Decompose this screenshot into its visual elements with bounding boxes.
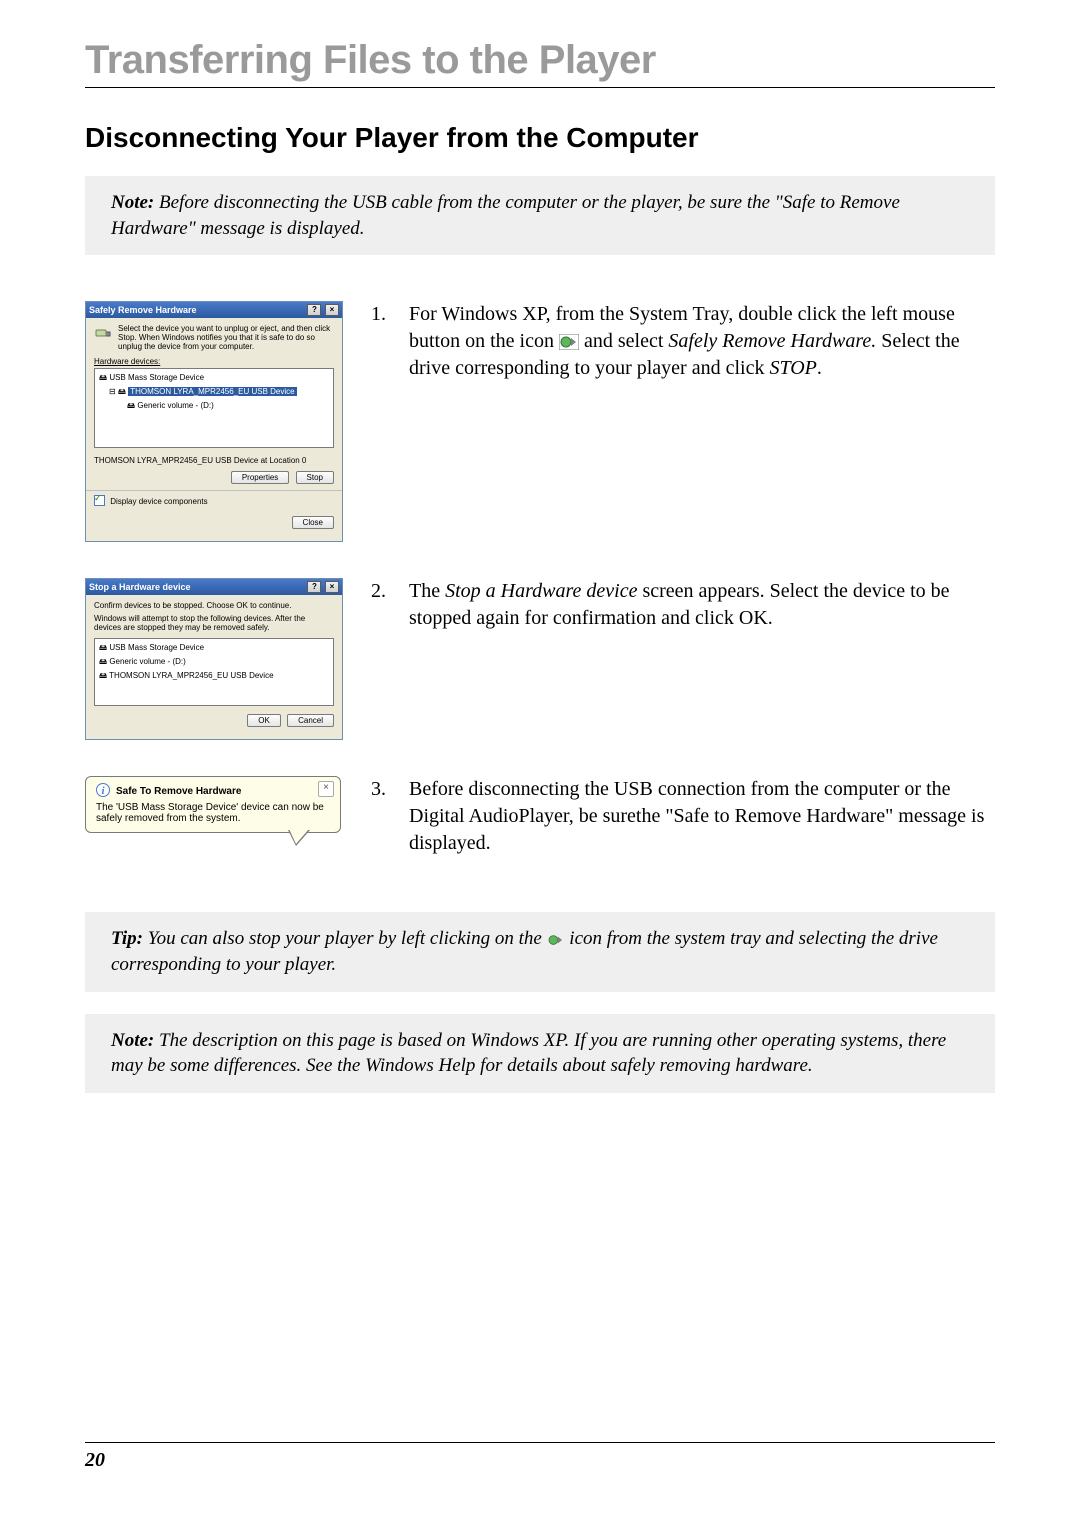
step1-screenshot: Safely Remove Hardware ? × Select the de… (85, 301, 343, 542)
tip-label: Tip: (111, 928, 143, 949)
note2-body: The description on this page is based on… (111, 1030, 946, 1077)
dialog1-checkbox-row: Display device components (94, 495, 334, 506)
step1-number: 1. (371, 301, 391, 382)
dialog2-line2: Windows will attempt to stop the followi… (94, 614, 334, 632)
safely-remove-hardware-dialog: Safely Remove Hardware ? × Select the de… (85, 301, 343, 542)
note2-box: Note: The description on this page is ba… (85, 1014, 995, 1093)
step-1: Safely Remove Hardware ? × Select the de… (85, 301, 995, 542)
note2-label: Note: (111, 1030, 154, 1051)
footer-rule (85, 1442, 995, 1443)
page-footer: 20 (85, 1442, 995, 1472)
dialog1-titlebar: Safely Remove Hardware ? × (86, 302, 342, 318)
title-rule (85, 87, 995, 88)
dialog1-info-text: Select the device you want to unplug or … (118, 324, 334, 351)
step2-text: 2. The Stop a Hardware device screen app… (371, 578, 995, 632)
step3-body: Before disconnecting the USB connection … (409, 776, 995, 857)
chapter-title: Transferring Files to the Player (85, 38, 995, 83)
dialog1-separator (86, 490, 342, 491)
dialog1-body: Select the device you want to unplug or … (86, 318, 342, 541)
dialog2-close-button[interactable]: × (325, 581, 339, 593)
tip-body-a: You can also stop your player by left cl… (148, 928, 547, 949)
balloon-header: i Safe To Remove Hardware (96, 783, 330, 800)
stop-hardware-device-dialog: Stop a Hardware device ? × Confirm devic… (85, 578, 343, 740)
balloon-tail (288, 830, 310, 846)
step3-text: 3. Before disconnecting the USB connecti… (371, 776, 995, 857)
device-item[interactable]: 🖴 THOMSON LYRA_MPR2456_EU USB Device (99, 670, 329, 684)
device-item[interactable]: 🖴 USB Mass Storage Device (99, 642, 329, 656)
dialog2-device-list[interactable]: 🖴 USB Mass Storage Device 🖴 Generic volu… (94, 638, 334, 706)
page-number: 20 (85, 1449, 995, 1472)
intro-note-body: Before disconnecting the USB cable from … (111, 192, 900, 239)
dialog2-help-button[interactable]: ? (307, 581, 321, 593)
step3-screenshot: × i Safe To Remove Hardware The 'USB Mas… (85, 776, 343, 866)
dialog1-titlebar-buttons: ? × (306, 304, 339, 316)
tray-eject-icon (559, 330, 584, 352)
dialog1-help-button[interactable]: ? (307, 304, 321, 316)
tray-eject-icon (547, 928, 570, 949)
step2-screenshot: Stop a Hardware device ? × Confirm devic… (85, 578, 343, 740)
intro-note-box: Note: Before disconnecting the USB cable… (85, 176, 995, 255)
step2-body: The Stop a Hardware device screen appear… (409, 578, 995, 632)
dialog2-titlebar: Stop a Hardware device ? × (86, 579, 342, 595)
step1-body: For Windows XP, from the System Tray, do… (409, 301, 995, 382)
dialog2-body: Confirm devices to be stopped. Choose OK… (86, 595, 342, 739)
device-item[interactable]: 🖴 Generic volume - (D:) (99, 656, 329, 670)
info-icon: i (96, 783, 110, 800)
step2-number: 2. (371, 578, 391, 632)
cancel-button[interactable]: Cancel (287, 714, 334, 727)
stop-button[interactable]: Stop (296, 471, 334, 484)
device-item-selected[interactable]: ⊟ 🖴 THOMSON LYRA_MPR2456_EU USB Device (99, 386, 329, 400)
dialog1-info-row: Select the device you want to unplug or … (94, 324, 334, 351)
dialog2-title-text: Stop a Hardware device (89, 582, 191, 592)
balloon-body: The 'USB Mass Storage Device' device can… (96, 802, 330, 824)
step1-text: 1. For Windows XP, from the System Tray,… (371, 301, 995, 382)
dialog1-button-row1: Properties Stop (94, 471, 334, 484)
intro-note-label: Note: (111, 192, 154, 213)
close-button[interactable]: Close (292, 516, 334, 529)
safe-to-remove-balloon: × i Safe To Remove Hardware The 'USB Mas… (85, 776, 341, 833)
dialog1-title-text: Safely Remove Hardware (89, 305, 197, 315)
properties-button[interactable]: Properties (231, 471, 289, 484)
section-title: Disconnecting Your Player from the Compu… (85, 122, 995, 154)
bottom-notes: Tip: You can also stop your player by le… (85, 912, 995, 1093)
usb-device-icon (94, 324, 112, 342)
dialog1-location-text: THOMSON LYRA_MPR2456_EU USB Device at Lo… (94, 456, 334, 465)
dialog1-close-button[interactable]: × (325, 304, 339, 316)
dialog1-device-list[interactable]: 🖴 USB Mass Storage Device ⊟ 🖴 THOMSON LY… (94, 368, 334, 448)
display-components-label: Display device components (110, 497, 207, 506)
ok-button[interactable]: OK (247, 714, 281, 727)
step3-number: 3. (371, 776, 391, 857)
dialog2-button-row: OK Cancel (94, 714, 334, 727)
balloon-title: Safe To Remove Hardware (116, 786, 241, 797)
manual-page: Transferring Files to the Player Disconn… (0, 0, 1080, 1516)
balloon-close-button[interactable]: × (318, 781, 334, 797)
step-3: × i Safe To Remove Hardware The 'USB Mas… (85, 776, 995, 866)
tip-box: Tip: You can also stop your player by le… (85, 912, 995, 991)
balloon-tooltip: × i Safe To Remove Hardware The 'USB Mas… (85, 776, 341, 866)
dialog1-hardware-label: Hardware devices: (94, 357, 334, 366)
dialog2-titlebar-buttons: ? × (306, 581, 339, 593)
display-components-checkbox[interactable] (94, 495, 105, 506)
dialog1-button-row2: Close (94, 516, 334, 529)
step-2: Stop a Hardware device ? × Confirm devic… (85, 578, 995, 740)
device-item[interactable]: 🖴 USB Mass Storage Device (99, 372, 329, 386)
device-item[interactable]: 🖴 Generic volume - (D:) (99, 400, 329, 414)
dialog2-line1: Confirm devices to be stopped. Choose OK… (94, 601, 334, 610)
steps-container: Safely Remove Hardware ? × Select the de… (85, 301, 995, 866)
